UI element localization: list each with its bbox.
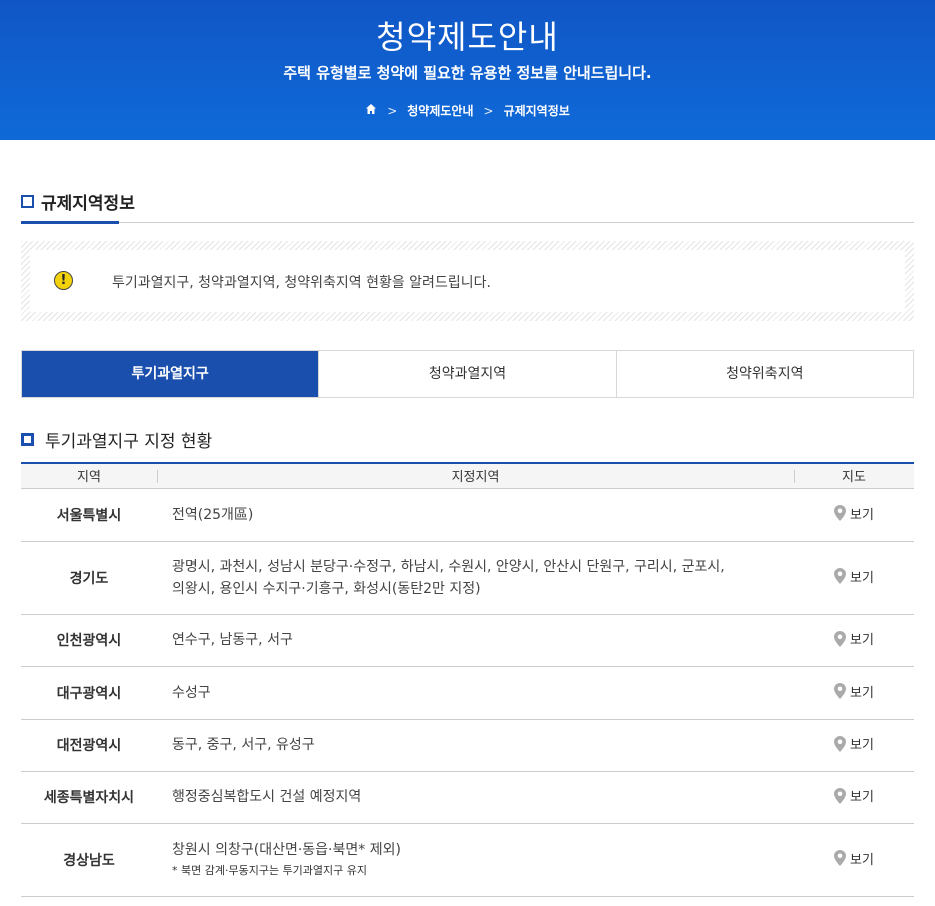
map-pin-icon bbox=[834, 850, 847, 867]
section-title: 규제지역정보 bbox=[41, 194, 135, 214]
areas-cell: 창원시 의창구(대산면·동읍·북면* 제외) * 북면 감계·무동지구는 투기과열… bbox=[157, 823, 794, 897]
home-icon[interactable] bbox=[365, 103, 377, 118]
view-map-label: 보기 bbox=[850, 790, 874, 806]
subsection-title: 투기과열지구 지정 현황 bbox=[45, 432, 213, 452]
region-cell: 대구광역시 bbox=[21, 666, 157, 720]
region-cell: 인천광역시 bbox=[21, 614, 157, 667]
notice-text: 투기과열지구, 청약과열지역, 청약위축지역 현황을 알려드립니다. bbox=[112, 275, 491, 291]
region-cell: 세종특별자치시 bbox=[21, 771, 157, 824]
areas-line: 연수구, 남동구, 서구 bbox=[172, 632, 293, 648]
view-map-link[interactable]: 보기 bbox=[834, 567, 874, 586]
table-row: 대구광역시 수성구 보기 bbox=[21, 666, 914, 720]
view-map-label: 보기 bbox=[850, 685, 874, 701]
view-map-label: 보기 bbox=[850, 507, 874, 523]
region-cell: 경기도 bbox=[21, 541, 157, 615]
areas-line: 동구, 중구, 서구, 유성구 bbox=[172, 737, 315, 753]
breadcrumb-item-regulation[interactable]: 규제지역정보 bbox=[504, 102, 570, 119]
areas-line: 수성구 bbox=[172, 684, 211, 701]
table-row: 서울특별시 전역(25개區) 보기 bbox=[21, 488, 914, 542]
map-cell: 보기 bbox=[794, 771, 914, 824]
map-cell: 보기 bbox=[794, 719, 914, 772]
view-map-label: 보기 bbox=[850, 633, 874, 649]
areas-line: 전역(25개區) bbox=[172, 506, 254, 523]
areas-line: 의왕시, 용인시 수지구·기흥구, 화성시(동탄2만 지정) bbox=[172, 580, 481, 597]
areas-footnote: * 북면 감계·무동지구는 투기과열지구 유지 bbox=[172, 863, 368, 877]
notice-box: ! 투기과열지구, 청약과열지역, 청약위축지역 현황을 알려드립니다. bbox=[21, 241, 914, 321]
tab-subscription-overheated[interactable]: 청약과열지역 bbox=[318, 351, 615, 397]
chevron-right-icon: > bbox=[483, 103, 494, 118]
map-pin-icon bbox=[834, 683, 847, 700]
region-cell: 대전광역시 bbox=[21, 719, 157, 772]
table-row: 인천광역시 연수구, 남동구, 서구 보기 bbox=[21, 614, 914, 667]
view-map-label: 보기 bbox=[850, 852, 874, 868]
view-map-link[interactable]: 보기 bbox=[834, 629, 874, 648]
table-row: 세종특별자치시 행정중심복합도시 건설 예정지역 보기 bbox=[21, 771, 914, 824]
exclamation-icon: ! bbox=[54, 271, 73, 290]
region-cell: 서울특별시 bbox=[21, 488, 157, 542]
areas-line: 광명시, 과천시, 성남시 분당구·수정구, 하남시, 수원시, 안양시, 안산… bbox=[172, 558, 725, 575]
section-header: 규제지역정보 bbox=[21, 189, 914, 224]
areas-line: 행정중심복합도시 건설 예정지역 bbox=[172, 789, 362, 805]
areas-cell: 수성구 bbox=[157, 666, 794, 720]
areas-line: 창원시 의창구(대산면·동읍·북면* 제외) bbox=[172, 841, 401, 858]
table-header-row: 지역 지정지역 지도 bbox=[21, 463, 914, 488]
view-map-link[interactable]: 보기 bbox=[834, 504, 874, 523]
tab-speculation-overheated[interactable]: 투기과열지구 bbox=[22, 351, 319, 397]
column-header-areas: 지정지역 bbox=[157, 463, 794, 488]
region-cell: 경상남도 bbox=[21, 823, 157, 897]
table-row: 경상남도 창원시 의창구(대산면·동읍·북면* 제외) * 북면 감계·무동지구는… bbox=[21, 823, 914, 897]
column-header-region: 지역 bbox=[77, 470, 101, 486]
areas-cell: 연수구, 남동구, 서구 bbox=[157, 614, 794, 667]
designated-areas-table: 지역 지정지역 지도 서울특별시 전역(25개區) 보기 경기도 광명시, 과천… bbox=[21, 462, 914, 897]
map-pin-icon bbox=[834, 787, 847, 804]
table-row: 대전광역시 동구, 중구, 서구, 유성구 보기 bbox=[21, 719, 914, 772]
banner-title: 청약제도안내 bbox=[376, 18, 559, 56]
areas-cell: 동구, 중구, 서구, 유성구 bbox=[157, 719, 794, 772]
column-header-map: 지도 bbox=[794, 463, 914, 488]
map-cell: 보기 bbox=[794, 823, 914, 897]
region-type-tabs: 투기과열지구 청약과열지역 청약위축지역 bbox=[21, 350, 914, 398]
chevron-right-icon: > bbox=[387, 103, 398, 118]
breadcrumb-item-guide[interactable]: 청약제도안내 bbox=[407, 102, 473, 119]
map-cell: 보기 bbox=[794, 488, 914, 542]
banner-subtitle: 주택 유형별로 청약에 필요한 유용한 정보를 안내드립니다. bbox=[283, 64, 652, 82]
breadcrumb: > 청약제도안내 > 규제지역정보 bbox=[0, 102, 935, 119]
map-pin-icon bbox=[834, 630, 847, 647]
table-row: 경기도 광명시, 과천시, 성남시 분당구·수정구, 하남시, 수원시, 안양시… bbox=[21, 541, 914, 615]
areas-cell: 광명시, 과천시, 성남시 분당구·수정구, 하남시, 수원시, 안양시, 안산… bbox=[157, 541, 794, 615]
page-banner: 청약제도안내 주택 유형별로 청약에 필요한 유용한 정보를 안내드립니다. >… bbox=[0, 0, 935, 140]
areas-cell: 전역(25개區) bbox=[157, 488, 794, 542]
map-pin-icon bbox=[834, 505, 847, 522]
tab-subscription-shrinking[interactable]: 청약위축지역 bbox=[615, 351, 913, 397]
map-cell: 보기 bbox=[794, 614, 914, 667]
view-map-label: 보기 bbox=[850, 738, 874, 754]
title-underline bbox=[21, 221, 119, 224]
map-pin-icon bbox=[834, 735, 847, 752]
map-cell: 보기 bbox=[794, 666, 914, 720]
square-bullet-icon bbox=[21, 433, 34, 446]
square-bullet-icon bbox=[21, 195, 34, 208]
view-map-link[interactable]: 보기 bbox=[834, 849, 874, 868]
areas-cell: 행정중심복합도시 건설 예정지역 bbox=[157, 771, 794, 824]
view-map-link[interactable]: 보기 bbox=[834, 682, 874, 701]
view-map-label: 보기 bbox=[850, 570, 874, 586]
map-cell: 보기 bbox=[794, 541, 914, 615]
view-map-link[interactable]: 보기 bbox=[834, 734, 874, 753]
view-map-link[interactable]: 보기 bbox=[834, 786, 874, 805]
map-pin-icon bbox=[834, 568, 847, 585]
